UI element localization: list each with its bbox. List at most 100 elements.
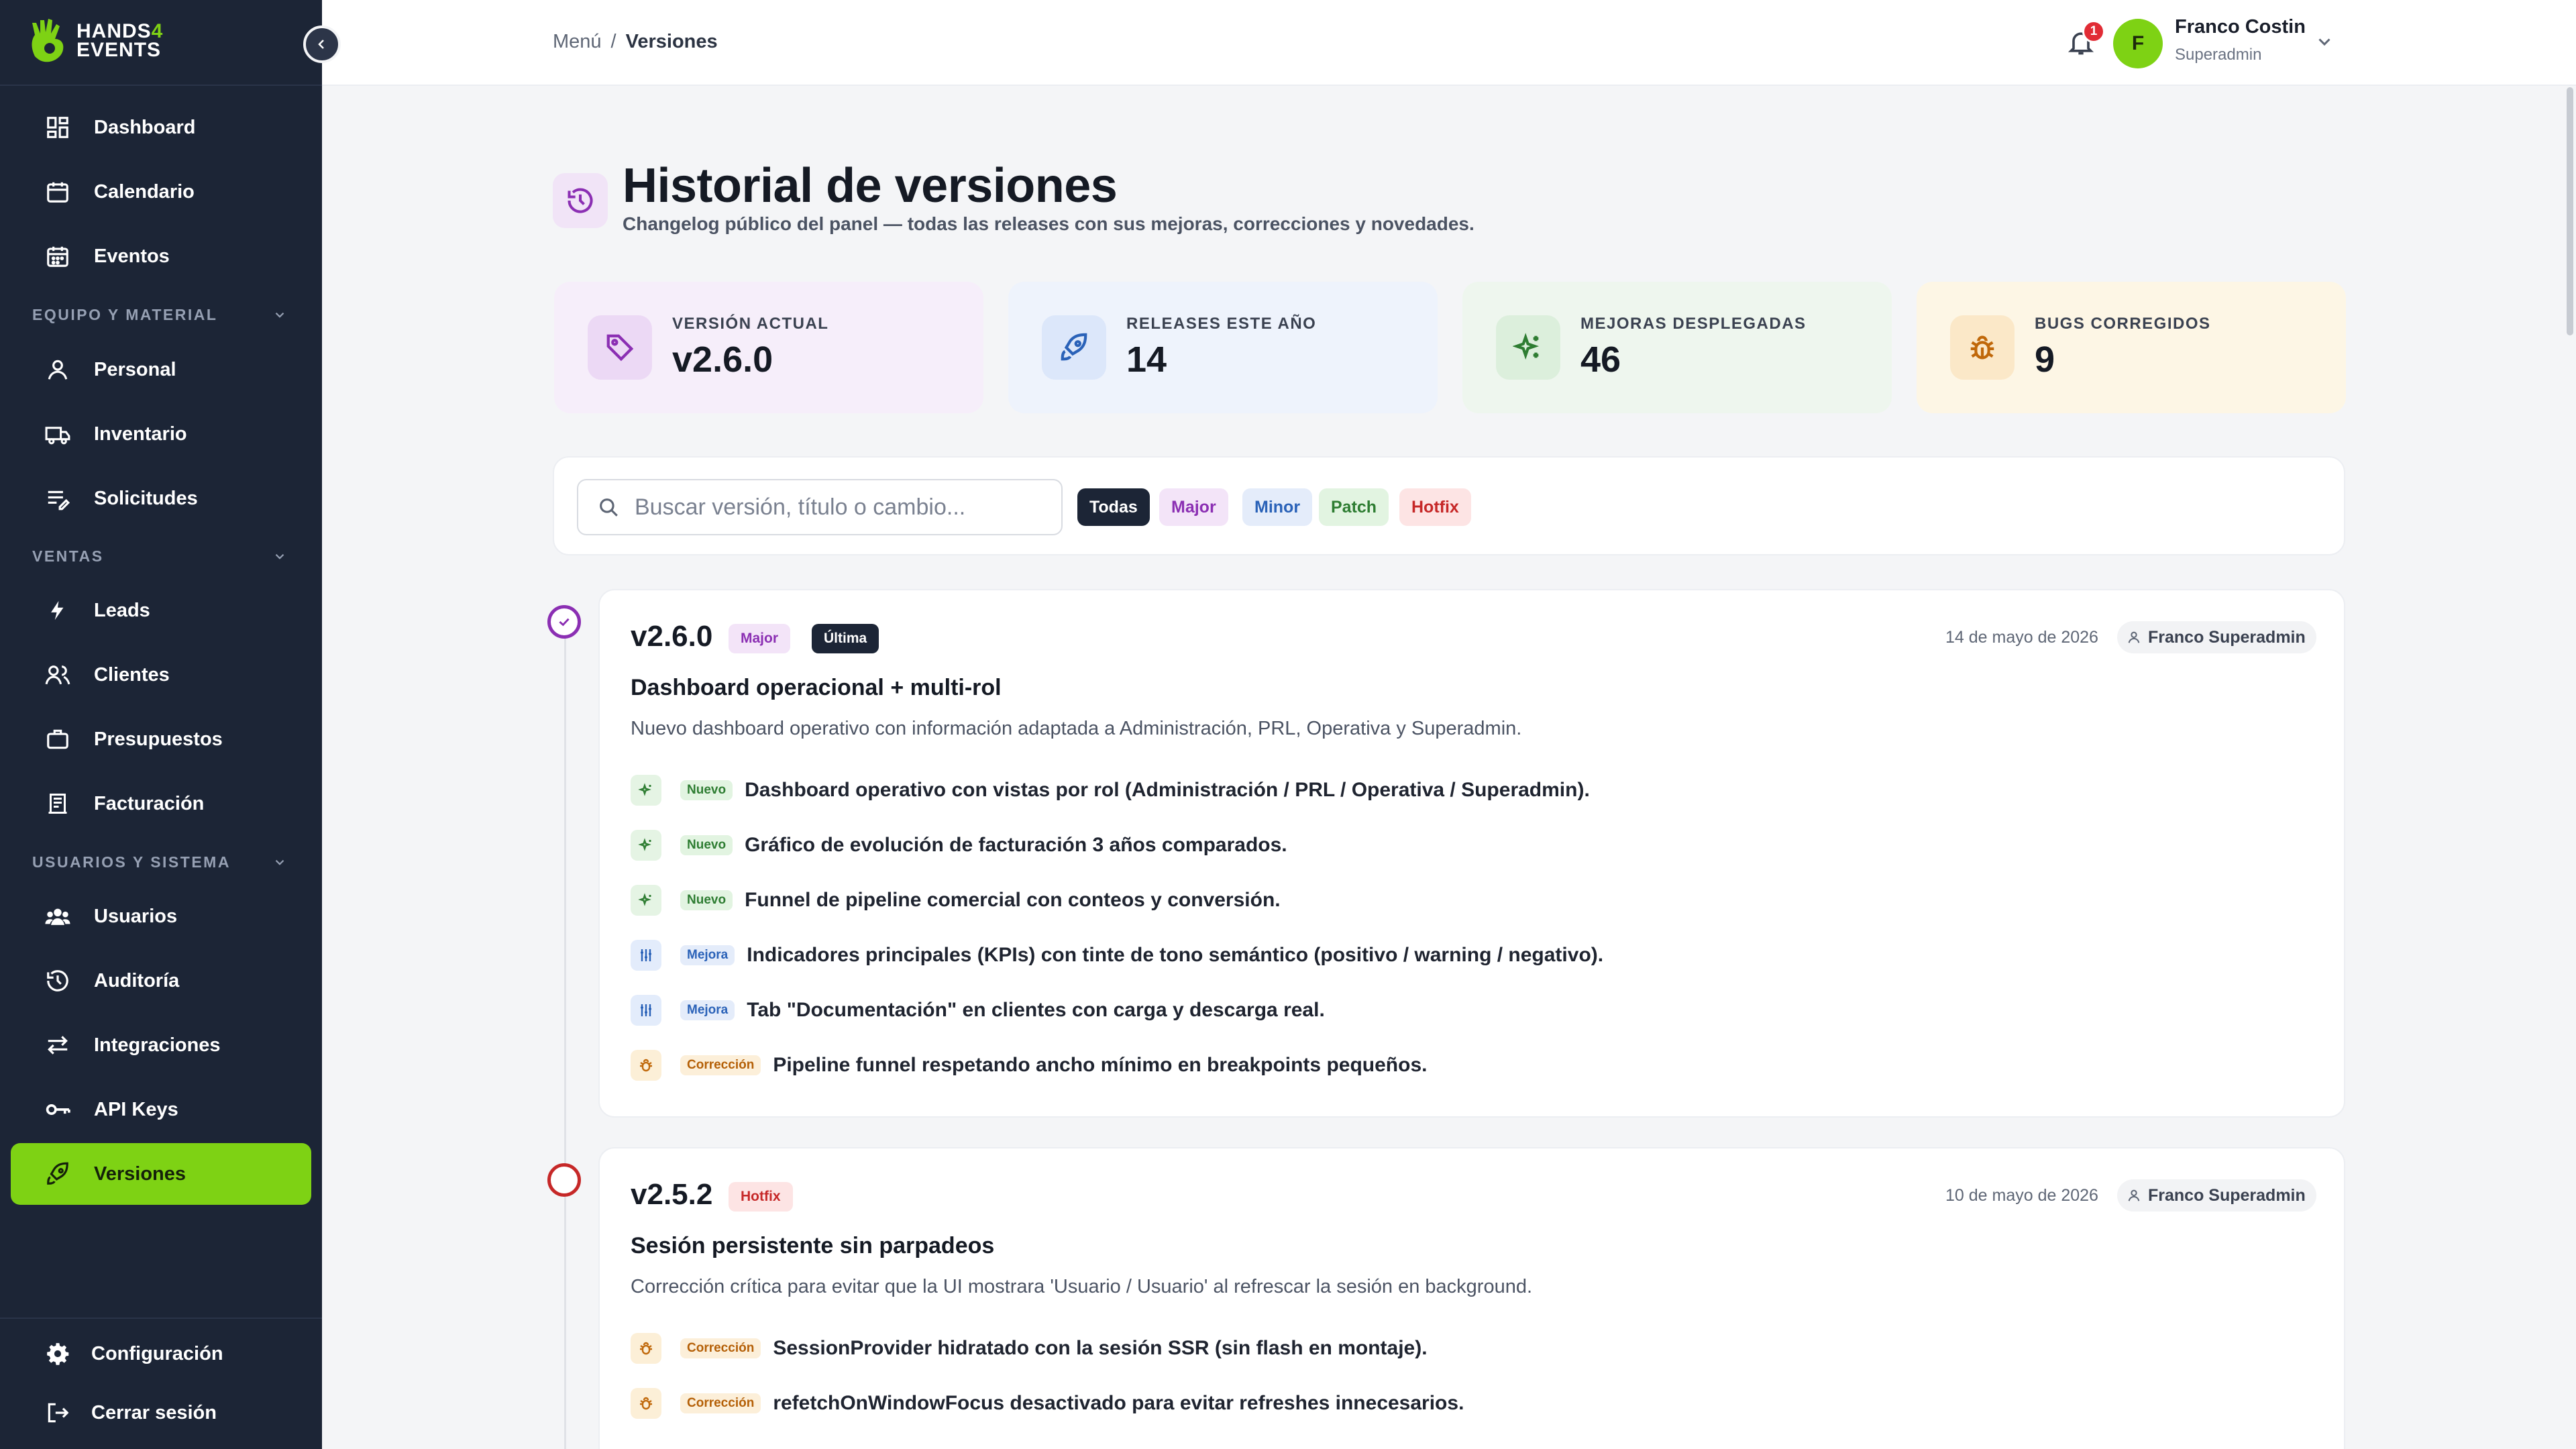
stat-value: 14 (1126, 339, 1167, 380)
sidebar-item-facturacion[interactable]: Facturación (11, 773, 311, 835)
sidebar-item-clientes[interactable]: Clientes (11, 644, 311, 706)
filter-chip-hotfix[interactable]: Hotfix (1399, 488, 1471, 526)
section-header-ventas[interactable]: VENTAS (32, 547, 287, 566)
sidebar-item-label: Eventos (94, 245, 170, 267)
section-header-equipo[interactable]: EQUIPO Y MATERIAL (32, 306, 287, 324)
sidebar-item-leads[interactable]: Leads (11, 580, 311, 641)
chevron-left-icon (318, 40, 324, 49)
stat-card-releases: RELEASES ESTE AÑO 14 (1008, 282, 1438, 413)
sidebar-item-inventario[interactable]: Inventario (11, 403, 311, 465)
hand-logo-icon (32, 19, 64, 62)
change-item: Corrección Pipeline funnel respetando an… (631, 1048, 1427, 1083)
release-title: Sesión persistente sin parpadeos (631, 1233, 995, 1258)
change-text: Tab "Documentación" en clientes con carg… (747, 999, 1325, 1021)
truck-icon (44, 421, 71, 447)
sidebar-item-versiones[interactable]: Versiones (11, 1143, 311, 1205)
user-role: Superadmin (2175, 46, 2262, 64)
user-name[interactable]: Franco Costin (2175, 16, 2306, 38)
sparkles-icon (631, 775, 661, 806)
bug-icon (1950, 315, 2015, 380)
change-text: Indicadores principales (KPIs) con tinte… (747, 944, 1604, 966)
sidebar-item-dashboard[interactable]: Dashboard (11, 97, 311, 158)
stat-label: VERSIÓN ACTUAL (672, 315, 829, 333)
notifications-button[interactable]: 1 (2066, 20, 2105, 60)
change-tag: Nuevo (680, 890, 733, 910)
filter-chip-patch[interactable]: Patch (1319, 488, 1389, 526)
sidebar-divider (0, 1318, 322, 1319)
change-tag: Corrección (680, 1393, 761, 1413)
stat-value: 9 (2035, 339, 2055, 380)
page-scrollbar[interactable] (2567, 87, 2573, 335)
sidebar-item-label: Clientes (94, 663, 170, 686)
key-icon (44, 1096, 71, 1123)
change-tag: Nuevo (680, 835, 733, 855)
search-box[interactable] (577, 479, 1063, 535)
change-tag: Corrección (680, 1055, 761, 1075)
sidebar-item-calendario[interactable]: Calendario (11, 161, 311, 223)
sidebar-item-label: Cerrar sesión (91, 1401, 217, 1424)
sidebar-item-solicitudes[interactable]: Solicitudes (11, 468, 311, 529)
filter-chip-todas[interactable]: Todas (1077, 488, 1150, 526)
search-input[interactable] (635, 494, 1051, 521)
filter-chip-minor[interactable]: Minor (1242, 488, 1313, 526)
sidebar-item-eventos[interactable]: Eventos (11, 225, 311, 287)
avatar[interactable]: F (2113, 19, 2163, 68)
events-calendar-icon (44, 243, 71, 270)
section-header-usuarios[interactable]: USUARIOS Y SISTEMA (32, 853, 287, 871)
change-item: Mejora Indicadores principales (KPIs) co… (631, 938, 1603, 973)
stat-card-mejoras: MEJORAS DESPLEGADAS 46 (1462, 282, 1892, 413)
breadcrumb-root[interactable]: Menú (553, 31, 602, 53)
release-version: v2.6.0 (631, 620, 713, 653)
chevron-down-icon (275, 859, 284, 865)
sparkles-icon (1496, 315, 1560, 380)
timeline-dot-hotfix (547, 1163, 581, 1197)
chevron-down-icon (275, 553, 284, 559)
sidebar-item-configuracion[interactable]: Configuración (11, 1323, 311, 1385)
sidebar-item-label: Usuarios (94, 905, 178, 927)
sliders-icon (631, 940, 661, 971)
history-icon (553, 173, 608, 228)
sidebar-item-personal[interactable]: Personal (11, 339, 311, 400)
latest-badge: Última (812, 624, 879, 653)
filter-bar: Todas Major Minor Patch Hotfix (553, 456, 2345, 555)
sidebar-item-presupuestos[interactable]: Presupuestos (11, 708, 311, 770)
release-version: v2.5.2 (631, 1178, 713, 1211)
stat-card-version-actual: VERSIÓN ACTUAL v2.6.0 (554, 282, 983, 413)
change-text: Dashboard operativo con vistas por rol (… (745, 779, 1590, 801)
sidebar-item-label: Leads (94, 599, 150, 621)
sidebar-item-integraciones[interactable]: Integraciones (11, 1014, 311, 1076)
change-tag: Corrección (680, 1338, 761, 1358)
release-card: v2.5.2 Hotfix 10 de mayo de 2026 Franco … (598, 1147, 2345, 1449)
release-title: Dashboard operacional + multi-rol (631, 675, 1002, 700)
change-item: Mejora Tab "Documentación" en clientes c… (631, 993, 1325, 1028)
sidebar-item-label: Integraciones (94, 1034, 221, 1056)
stat-label: RELEASES ESTE AÑO (1126, 315, 1317, 333)
person-icon (2128, 1189, 2140, 1201)
brand-wordmark: HANDS4 EVENTS (76, 20, 164, 61)
chevron-down-icon[interactable] (2314, 32, 2334, 52)
search-icon (600, 498, 618, 517)
change-item: Nuevo Dashboard operativo con vistas por… (631, 773, 1590, 808)
change-text: Gráfico de evolución de facturación 3 añ… (745, 834, 1287, 856)
person-icon (44, 356, 71, 383)
sidebar-item-auditoria[interactable]: Auditoría (11, 950, 311, 1012)
sidebar-item-cerrar-sesion[interactable]: Cerrar sesión (11, 1382, 311, 1444)
rocket-icon (44, 1161, 71, 1187)
briefcase-icon (44, 726, 71, 753)
filter-chip-major[interactable]: Major (1159, 488, 1228, 526)
request-icon (44, 485, 71, 512)
stat-card-bugs: BUGS CORREGIDOS 9 (1917, 282, 2346, 413)
arrows-icon (44, 1032, 71, 1059)
sidebar-item-usuarios[interactable]: Usuarios (11, 885, 311, 947)
section-title: VENTAS (32, 547, 104, 565)
sidebar-item-api-keys[interactable]: API Keys (11, 1079, 311, 1140)
sidebar-item-label: API Keys (94, 1098, 178, 1120)
sidebar-collapse-button[interactable] (303, 25, 341, 63)
notification-badge: 1 (2082, 20, 2105, 43)
logout-icon (44, 1399, 71, 1426)
brand-logo[interactable]: HANDS4 EVENTS (25, 15, 163, 67)
release-description: Nuevo dashboard operativo con informació… (631, 718, 1522, 739)
bug-icon (631, 1050, 661, 1081)
author-name: Franco Superadmin (2148, 627, 2306, 647)
sidebar-item-label: Calendario (94, 180, 195, 203)
